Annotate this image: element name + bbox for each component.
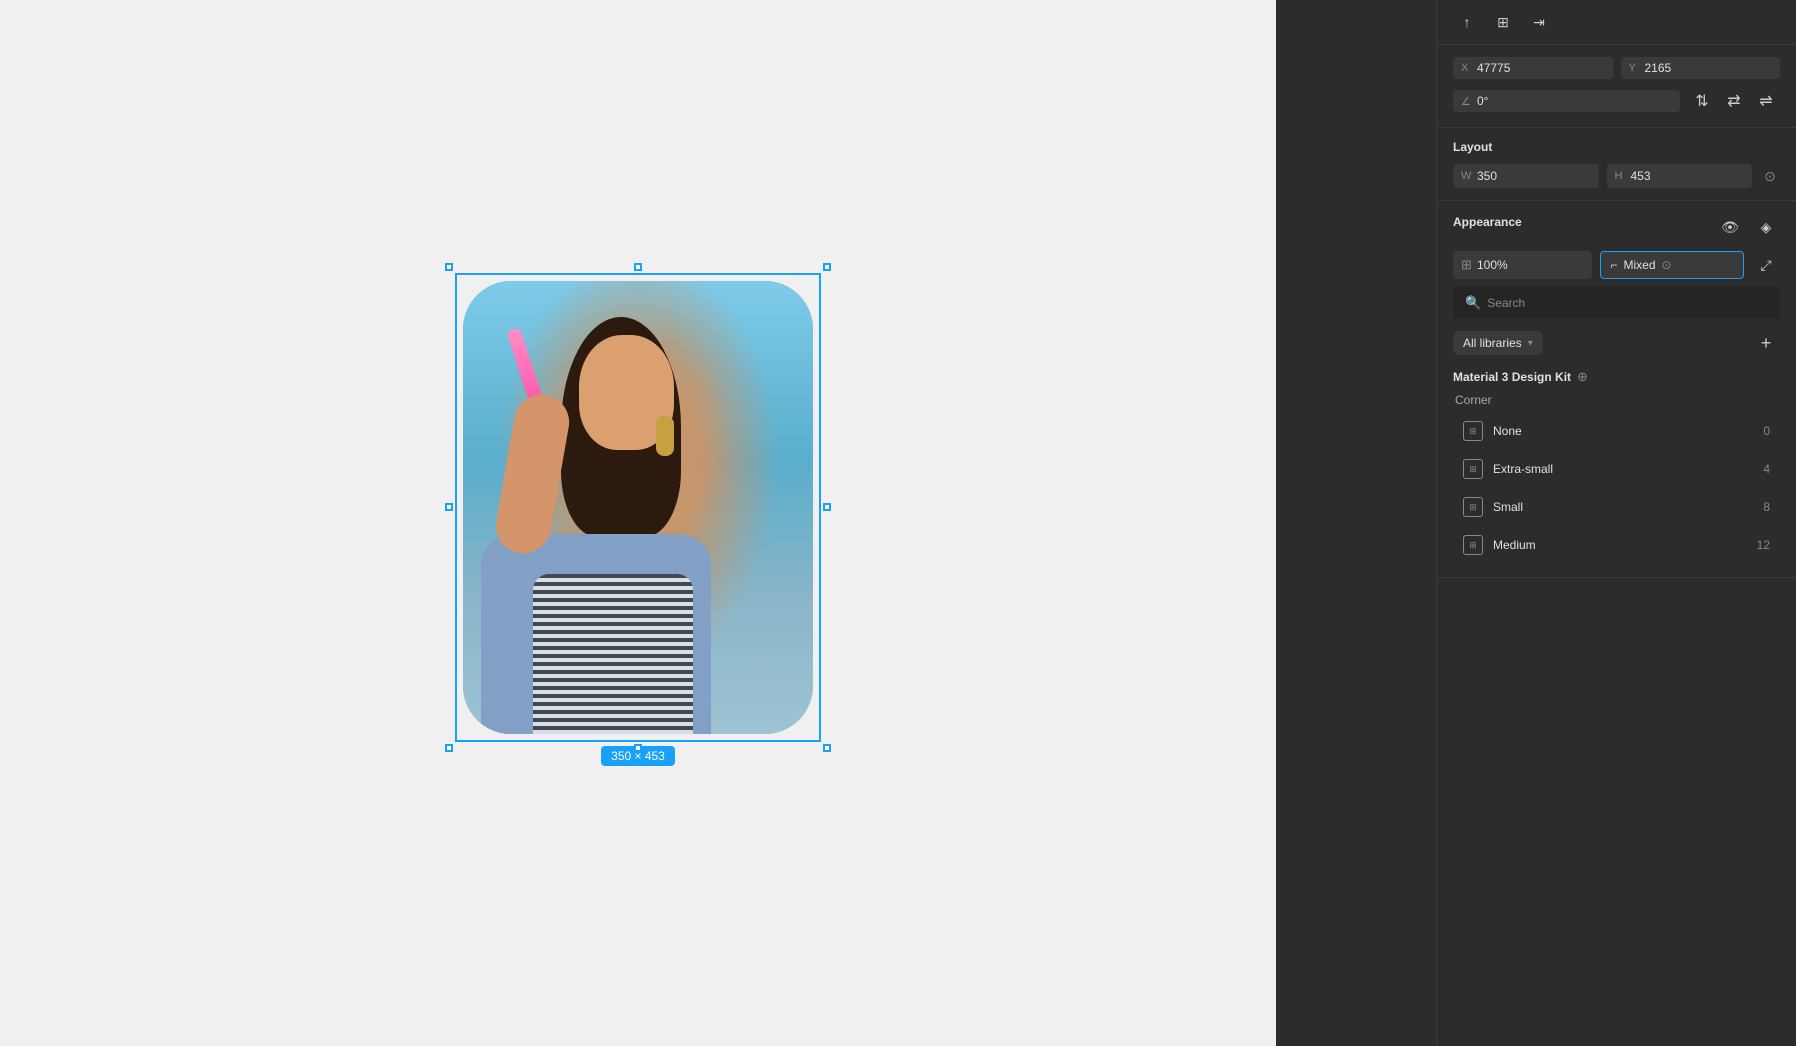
flip-icon-2[interactable]: ⇄ <box>1720 87 1748 115</box>
opacity-icon[interactable]: ◈ <box>1752 213 1780 241</box>
photo-background <box>463 281 813 734</box>
w-value: 350 <box>1477 169 1497 183</box>
appearance-controls: 👁 ◈ <box>1716 213 1780 241</box>
blend-mode-icon: ⊙ <box>1662 258 1672 272</box>
add-library-button[interactable]: + <box>1752 329 1780 357</box>
handle-right-mid[interactable] <box>823 503 831 511</box>
angle-row: ∠ 0° ⇅ ⇄ ⇌ <box>1453 87 1780 115</box>
position-section: X 47775 Y 2165 ∠ 0° ⇅ ⇄ ⇌ <box>1437 45 1796 128</box>
width-field[interactable]: W 350 <box>1453 164 1599 188</box>
corner-radius-icon: ⌐ <box>1611 258 1618 272</box>
libraries-label: All libraries <box>1463 336 1522 350</box>
library-name-row: Material 3 Design Kit ⊕ <box>1453 369 1780 385</box>
x-value: 47775 <box>1477 61 1510 75</box>
corner-item-xs-icon: ⊞ <box>1463 459 1483 479</box>
dimension-label: 350 × 453 <box>601 746 675 766</box>
corner-item-small[interactable]: ⊞ Small 8 <box>1453 489 1780 525</box>
height-field[interactable]: H 453 <box>1607 164 1753 188</box>
libraries-dropdown[interactable]: All libraries ▾ <box>1453 331 1543 355</box>
corner-item-none-name: None <box>1493 424 1763 438</box>
selected-frame[interactable] <box>463 281 813 734</box>
handle-top-mid[interactable] <box>634 263 642 271</box>
handle-bottom-left[interactable] <box>445 744 453 752</box>
h-label: H <box>1615 170 1627 182</box>
y-value: 2165 <box>1645 61 1672 75</box>
corner-item-md-icon: ⊞ <box>1463 535 1483 555</box>
toolbar-icon-2[interactable]: ⊞ <box>1489 8 1517 36</box>
image-frame <box>463 281 813 734</box>
coord-row-xy: X 47775 Y 2165 <box>1453 57 1780 79</box>
fullscreen-icon[interactable]: ⤢ <box>1752 251 1780 279</box>
y-field[interactable]: Y 2165 <box>1621 57 1781 79</box>
opacity-grid-icon: ⊞ <box>1461 257 1473 273</box>
appearance-title: Appearance <box>1453 215 1522 229</box>
corner-item-sm-name: Small <box>1493 500 1763 514</box>
handle-bottom-right[interactable] <box>823 744 831 752</box>
flip-icons: ⇅ ⇄ ⇌ <box>1688 87 1780 115</box>
mixed-field[interactable]: ⌐ Mixed ⊙ <box>1600 251 1745 279</box>
h-value: 453 <box>1631 169 1651 183</box>
globe-icon: ⊕ <box>1577 369 1588 385</box>
handle-left-mid[interactable] <box>445 503 453 511</box>
corner-item-xs-name: Extra-small <box>1493 462 1763 476</box>
corner-item-none-value: 0 <box>1763 424 1770 438</box>
x-field[interactable]: X 47775 <box>1453 57 1613 79</box>
canvas-area: 350 × 453 <box>0 0 1276 1046</box>
flip-icon-3[interactable]: ⇌ <box>1752 87 1780 115</box>
toolbar-icon-1[interactable]: ↑ <box>1453 8 1481 36</box>
corner-item-none[interactable]: ⊞ None 0 <box>1453 413 1780 449</box>
libraries-row: All libraries ▾ + <box>1453 329 1780 357</box>
opacity-field[interactable]: ⊞ 100% <box>1453 251 1592 279</box>
corner-items-list: ⊞ None 0 ⊞ Extra-small 4 ⊞ Small 8 <box>1453 413 1780 563</box>
search-icon: 🔍 <box>1465 295 1481 311</box>
layout-section: Layout W 350 H 453 ⊙ <box>1437 128 1796 201</box>
toolbar-icon-3[interactable]: ⇥ <box>1525 8 1553 36</box>
appearance-section: Appearance 👁 ◈ ⊞ 100% ⌐ Mixed ⊙ ⤢ 🔍 Sear… <box>1437 201 1796 578</box>
visibility-icon[interactable]: 👁 <box>1716 213 1744 241</box>
corner-subsection-label: Corner <box>1453 393 1780 407</box>
corner-item-md-value: 12 <box>1757 538 1770 552</box>
handle-top-right[interactable] <box>823 263 831 271</box>
corner-item-xs-value: 4 <box>1763 462 1770 476</box>
search-row: 🔍 Search <box>1453 287 1780 319</box>
layout-title: Layout <box>1453 140 1780 154</box>
corner-item-md-name: Medium <box>1493 538 1757 552</box>
lock-aspect-icon[interactable]: ⊙ <box>1760 166 1780 186</box>
y-label: Y <box>1629 62 1641 74</box>
angle-field[interactable]: ∠ 0° <box>1453 90 1680 112</box>
corner-item-sm-value: 8 <box>1763 500 1770 514</box>
corner-item-extra-small[interactable]: ⊞ Extra-small 4 <box>1453 451 1780 487</box>
mixed-value: Mixed <box>1624 258 1656 272</box>
dimension-row: W 350 H 453 ⊙ <box>1453 164 1780 188</box>
angle-label: ∠ <box>1461 95 1473 108</box>
photo-dress <box>533 574 693 734</box>
chevron-down-icon: ▾ <box>1528 338 1533 349</box>
corner-item-medium[interactable]: ⊞ Medium 12 <box>1453 527 1780 563</box>
angle-value: 0° <box>1477 94 1488 108</box>
right-panel: ↑ ⊞ ⇥ X 47775 Y 2165 ∠ 0° ⇅ ⇄ ⇌ <box>1436 0 1796 1046</box>
w-label: W <box>1461 170 1473 182</box>
handle-top-left[interactable] <box>445 263 453 271</box>
top-toolbar: ↑ ⊞ ⇥ <box>1437 0 1796 45</box>
search-placeholder[interactable]: Search <box>1487 296 1525 310</box>
corner-item-sm-icon: ⊞ <box>1463 497 1483 517</box>
toolbar-icons: ↑ ⊞ ⇥ <box>1453 8 1553 36</box>
flip-icon-1[interactable]: ⇅ <box>1688 87 1716 115</box>
appearance-header: Appearance 👁 ◈ <box>1453 213 1780 241</box>
canvas-content: 350 × 453 <box>463 281 813 766</box>
library-name: Material 3 Design Kit <box>1453 370 1571 384</box>
opacity-value: 100% <box>1477 258 1508 272</box>
corner-item-none-icon: ⊞ <box>1463 421 1483 441</box>
x-label: X <box>1461 62 1473 74</box>
middle-separator <box>1276 0 1436 1046</box>
appearance-controls-row: ⊞ 100% ⌐ Mixed ⊙ ⤢ <box>1453 251 1780 279</box>
photo-earring <box>656 416 674 456</box>
material-kit-section: Material 3 Design Kit ⊕ Corner ⊞ None 0 … <box>1453 369 1780 563</box>
